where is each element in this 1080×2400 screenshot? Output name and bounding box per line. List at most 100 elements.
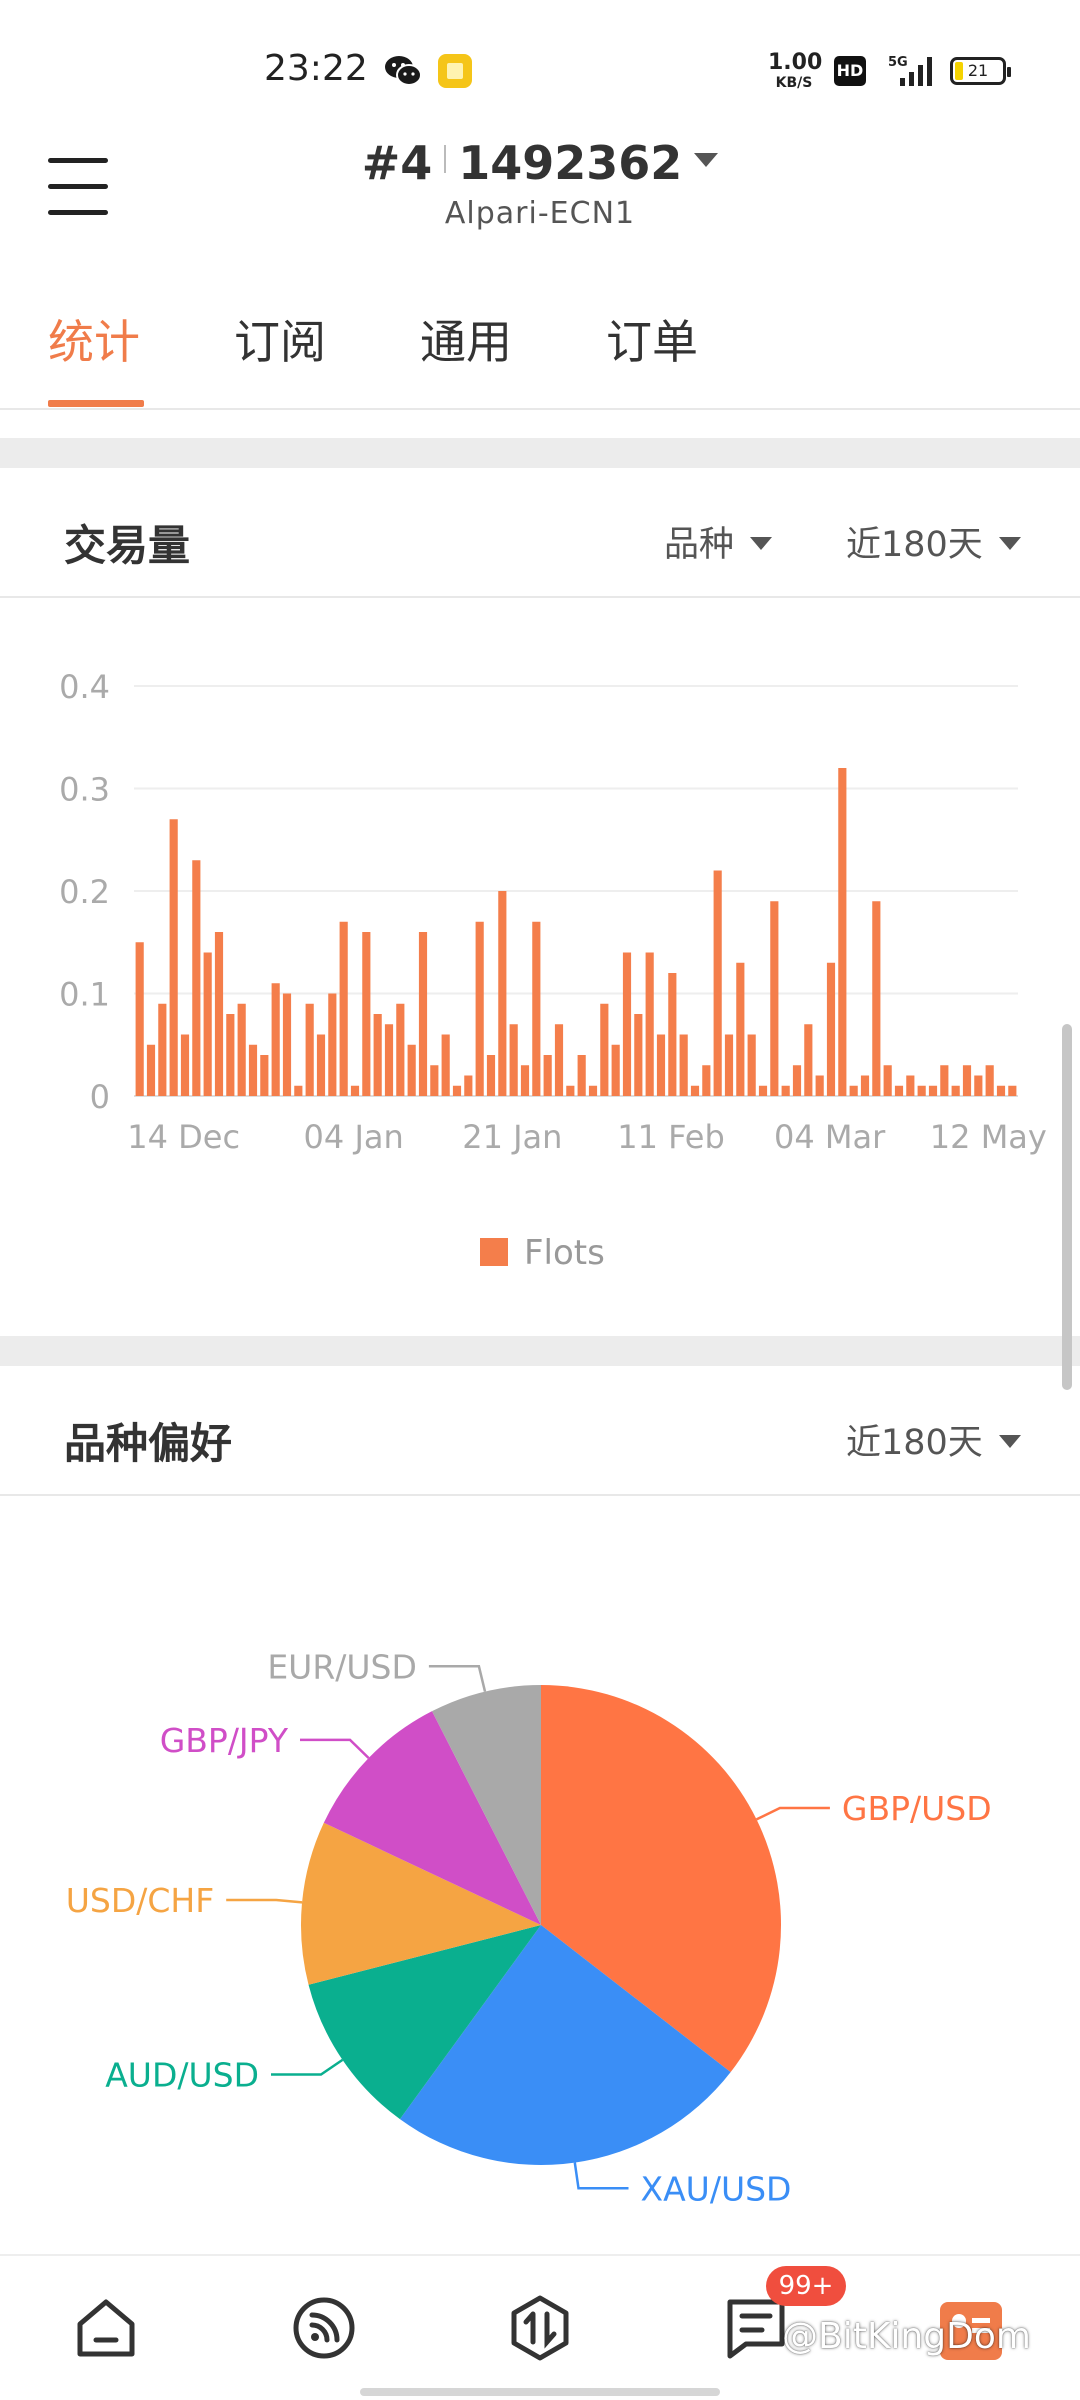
volume-bar-chart: 0 0.1 0.2 0.3 0.4 14 Dec 04 Jan 21 Jan 11 Feb 04 … [59, 668, 1047, 1273]
net-speed-unit: KB/S [775, 75, 813, 91]
pie-label-line [428, 1665, 487, 1692]
tab-general[interactable]: 通用 [420, 306, 512, 372]
pie-label: AUD/USD [105, 2056, 259, 2095]
tab-bar: 统计 订阅 通用 订单 [0, 258, 1080, 410]
bar [158, 1003, 167, 1096]
y-tick-label: 0 [90, 1078, 110, 1116]
home-icon[interactable] [72, 2294, 140, 2362]
tab-statistics[interactable]: 统计 [48, 306, 140, 372]
bar [951, 1085, 960, 1096]
bar [475, 921, 484, 1096]
bar [520, 1065, 530, 1096]
bar [577, 1055, 586, 1096]
symbol-filter-dropdown[interactable]: 品种 [664, 516, 773, 567]
bar [758, 1085, 768, 1096]
bar [679, 1034, 688, 1096]
x-tick-label: 12 May [930, 1118, 1047, 1156]
legend-swatch [480, 1238, 508, 1266]
bar [260, 1055, 269, 1096]
bar [690, 1085, 700, 1096]
volume-section-header: 交易量 品种 近180天 [0, 468, 1080, 598]
x-tick-label: 04 Mar [774, 1118, 886, 1156]
bar [634, 1014, 643, 1096]
preference-period-dropdown[interactable]: 近180天 [846, 1414, 1021, 1465]
bar [962, 1065, 972, 1096]
x-tick-label: 04 Jan [304, 1118, 404, 1156]
pie-label: USD/CHF [66, 1881, 214, 1920]
bar [645, 952, 654, 1096]
bar [713, 870, 722, 1096]
bar [838, 768, 847, 1096]
bar [815, 1075, 824, 1096]
bar [656, 1034, 666, 1096]
volume-period-dropdown[interactable]: 近180天 [846, 516, 1021, 567]
battery-icon: 21 [950, 57, 1011, 85]
subscription-feed-icon[interactable] [290, 2294, 358, 2362]
scrollbar-thumb[interactable] [1062, 1024, 1072, 1390]
bar [543, 1055, 552, 1096]
bar [135, 942, 144, 1096]
notes-app-icon [438, 54, 472, 88]
bar [826, 962, 836, 1096]
status-time: 23:22 [264, 48, 368, 89]
hd-badge: HD [834, 56, 866, 86]
bar [452, 1085, 462, 1096]
tab-orders[interactable]: 订单 [606, 306, 698, 372]
account-selector[interactable]: #4 1492362 [362, 136, 719, 190]
pie-label-line [226, 1898, 303, 1904]
bar [407, 1044, 416, 1096]
section-divider [0, 438, 1080, 468]
bar [237, 1003, 246, 1096]
trade-icon[interactable] [506, 2294, 574, 2362]
bar [486, 1055, 496, 1096]
bar [169, 819, 178, 1096]
pie-label-line [271, 2058, 344, 2076]
caret-down-icon [998, 537, 1021, 550]
bar [622, 952, 632, 1096]
bar [928, 1085, 938, 1096]
bar [747, 1034, 756, 1096]
bar [418, 932, 428, 1096]
bar [996, 1085, 1006, 1096]
bar [894, 1085, 904, 1096]
bar [384, 1024, 394, 1096]
bar [588, 1085, 598, 1096]
bar [702, 1065, 711, 1096]
volume-section-title: 交易量 [64, 521, 191, 570]
bar [180, 1034, 190, 1096]
pie-label: EUR/USD [267, 1647, 417, 1686]
pie-label-line [755, 1806, 830, 1821]
bar [781, 1085, 790, 1096]
preference-section-header: 品种偏好 近180天 [0, 1366, 1080, 1496]
bar [441, 1034, 450, 1096]
signal-5g-icon: 5G [888, 55, 932, 86]
x-tick-label: 21 Jan [462, 1118, 562, 1156]
x-tick-label: 14 Dec [127, 1118, 240, 1156]
bar [339, 921, 348, 1096]
preference-section-title: 品种偏好 [64, 1419, 233, 1468]
bar [396, 1003, 405, 1096]
bar [192, 860, 201, 1096]
bar [248, 1044, 258, 1096]
y-tick-label: 0.3 [59, 771, 110, 809]
bar [736, 962, 745, 1096]
tab-subscribe[interactable]: 订阅 [234, 306, 326, 372]
bar [940, 1065, 949, 1096]
bar [305, 1003, 314, 1096]
bar [906, 1075, 915, 1096]
home-indicator [360, 2388, 720, 2396]
bar [373, 1014, 382, 1096]
bar [350, 1085, 360, 1096]
pie-label-line [573, 2162, 629, 2190]
volume-period-label: 近180天 [846, 525, 983, 565]
symbol-preference-pie-chart: GBP/USD XAU/USD AUD/USD USD/CHF GBP/JPY EUR/U… [66, 1647, 992, 2208]
caret-down-icon [998, 1435, 1021, 1448]
net-speed: 1.00 KB/S [768, 50, 823, 91]
net-speed-value: 1.00 [768, 50, 823, 75]
bar [792, 1065, 802, 1096]
bar [316, 1034, 326, 1096]
y-tick-label: 0.1 [59, 976, 110, 1014]
account-number: #4 [361, 136, 433, 190]
symbol-filter-label: 品种 [664, 525, 735, 565]
bar [532, 921, 541, 1096]
